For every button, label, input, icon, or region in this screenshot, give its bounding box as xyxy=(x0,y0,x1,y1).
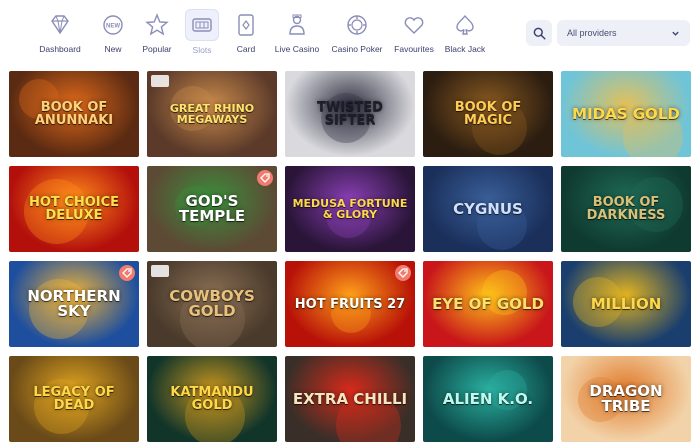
game-tile-medusa-fortune-glory[interactable]: Medusa Fortune & Glory xyxy=(285,166,415,252)
game-title: Great Rhino Megaways xyxy=(169,102,255,126)
nav-item-label: Casino Poker xyxy=(331,44,383,54)
game-title: Million xyxy=(590,294,662,313)
nav-item-new[interactable]: NEW New xyxy=(92,6,134,60)
nav-item-label: Live Casino xyxy=(274,44,320,54)
game-title: Medusa Fortune & Glory xyxy=(292,197,408,221)
game-tile-cygnus[interactable]: Cygnus xyxy=(423,166,553,252)
nav-item-black-jack[interactable]: Black Jack xyxy=(440,6,490,60)
game-title: Book of Anunnaki xyxy=(34,100,114,128)
nav-item-label: Slots xyxy=(192,45,212,55)
game-tile-book-of-anunnaki[interactable]: Book of Anunnaki xyxy=(9,71,139,157)
slot-machine-icon xyxy=(185,9,219,41)
game-tile-dragon-tribe[interactable]: Dragon Tribe xyxy=(561,356,691,442)
nav-item-label: Popular xyxy=(142,44,172,54)
nav-item-label: Favourites xyxy=(394,44,434,54)
game-title: Twisted Sifter xyxy=(317,100,383,128)
nav-item-popular[interactable]: Popular xyxy=(134,6,180,60)
poker-chip-icon xyxy=(342,10,372,40)
game-tile-northern-sky[interactable]: Northern Sky xyxy=(9,261,139,347)
game-tile-book-of-darkness[interactable]: Book of Darkness xyxy=(561,166,691,252)
game-tile-million[interactable]: Million xyxy=(561,261,691,347)
game-grid: Book of Anunnaki Great Rhino Megaways Twis… xyxy=(9,71,691,442)
tag-badge-icon xyxy=(257,170,273,186)
game-title: Legacy of Dead xyxy=(33,385,115,413)
nav-item-slots[interactable]: Slots xyxy=(180,6,224,60)
nav-item-label: New xyxy=(104,44,122,54)
search-button[interactable] xyxy=(526,20,552,46)
game-tile-book-of-magic[interactable]: Book of Magic xyxy=(423,71,553,157)
diamond-icon xyxy=(45,10,75,40)
game-tile-extra-chilli[interactable]: Extra Chilli xyxy=(285,356,415,442)
game-title: Eye of Gold xyxy=(432,294,544,313)
game-tile-legacy-of-dead[interactable]: Legacy of Dead xyxy=(9,356,139,442)
game-title: Dragon Tribe xyxy=(589,382,663,415)
nav-item-label: Black Jack xyxy=(444,44,486,54)
game-tile-hot-fruits-27[interactable]: Hot Fruits 27 xyxy=(285,261,415,347)
game-tile-cowboys-gold[interactable]: Cowboys Gold xyxy=(147,261,277,347)
provider-filter-value: All providers xyxy=(567,28,617,38)
provider-logo xyxy=(151,75,169,87)
game-title: Cowboys Gold xyxy=(169,287,255,320)
game-tile-hot-choice-deluxe[interactable]: Hot Choice Deluxe xyxy=(9,166,139,252)
tag-badge-icon xyxy=(395,265,411,281)
svg-text:NEW: NEW xyxy=(106,24,120,30)
game-title: Hot Choice Deluxe xyxy=(28,195,120,223)
game-title: Northern Sky xyxy=(27,287,121,320)
game-tile-great-rhino-megaways[interactable]: Great Rhino Megaways xyxy=(147,71,277,157)
heart-icon xyxy=(399,10,429,40)
top-navigation-bar: Dashboard NEW New Popular Slots Card Live Casi… xyxy=(0,0,700,66)
game-title: Book of Magic xyxy=(454,100,522,128)
game-tile-katmandu-gold[interactable]: Katmandu Gold xyxy=(147,356,277,442)
game-title: Extra Chilli xyxy=(292,389,408,408)
game-title: Cygnus xyxy=(453,199,523,218)
nav-item-live-casino[interactable]: Live Casino xyxy=(268,6,326,60)
chevron-down-icon xyxy=(672,31,679,36)
nav-item-favourites[interactable]: Favourites xyxy=(388,6,440,60)
nav-item-dashboard[interactable]: Dashboard xyxy=(28,6,92,60)
spade-icon xyxy=(450,10,480,40)
dealer-icon xyxy=(282,10,312,40)
provider-filter-select[interactable]: All providers xyxy=(557,20,690,46)
game-tile-god-s-temple[interactable]: God's Temple xyxy=(147,166,277,252)
provider-logo xyxy=(151,265,169,277)
nav-item-label: Dashboard xyxy=(39,44,81,54)
search-icon xyxy=(533,27,546,40)
game-title: Hot Fruits 27 xyxy=(294,296,406,312)
nav-item-casino-poker[interactable]: Casino Poker xyxy=(326,6,388,60)
game-title: Katmandu Gold xyxy=(170,385,254,413)
playing-card-icon xyxy=(231,10,261,40)
tag-badge-icon xyxy=(119,265,135,281)
game-tile-twisted-sifter[interactable]: Twisted Sifter xyxy=(285,71,415,157)
game-title: Midas Gold xyxy=(572,104,680,123)
game-tile-alien-k-o[interactable]: Alien K.O. xyxy=(423,356,553,442)
game-title: God's Temple xyxy=(178,192,246,225)
nav-item-label: Card xyxy=(236,44,256,54)
game-title: Alien K.O. xyxy=(442,389,534,408)
category-nav: Dashboard NEW New Popular Slots Card Live Casi… xyxy=(28,6,490,60)
new-badge-icon: NEW xyxy=(98,10,128,40)
nav-item-card[interactable]: Card xyxy=(224,6,268,60)
star-icon xyxy=(142,10,172,40)
game-tile-midas-gold[interactable]: Midas Gold xyxy=(561,71,691,157)
game-title: Book of Darkness xyxy=(586,195,666,223)
game-tile-eye-of-gold[interactable]: Eye of Gold xyxy=(423,261,553,347)
